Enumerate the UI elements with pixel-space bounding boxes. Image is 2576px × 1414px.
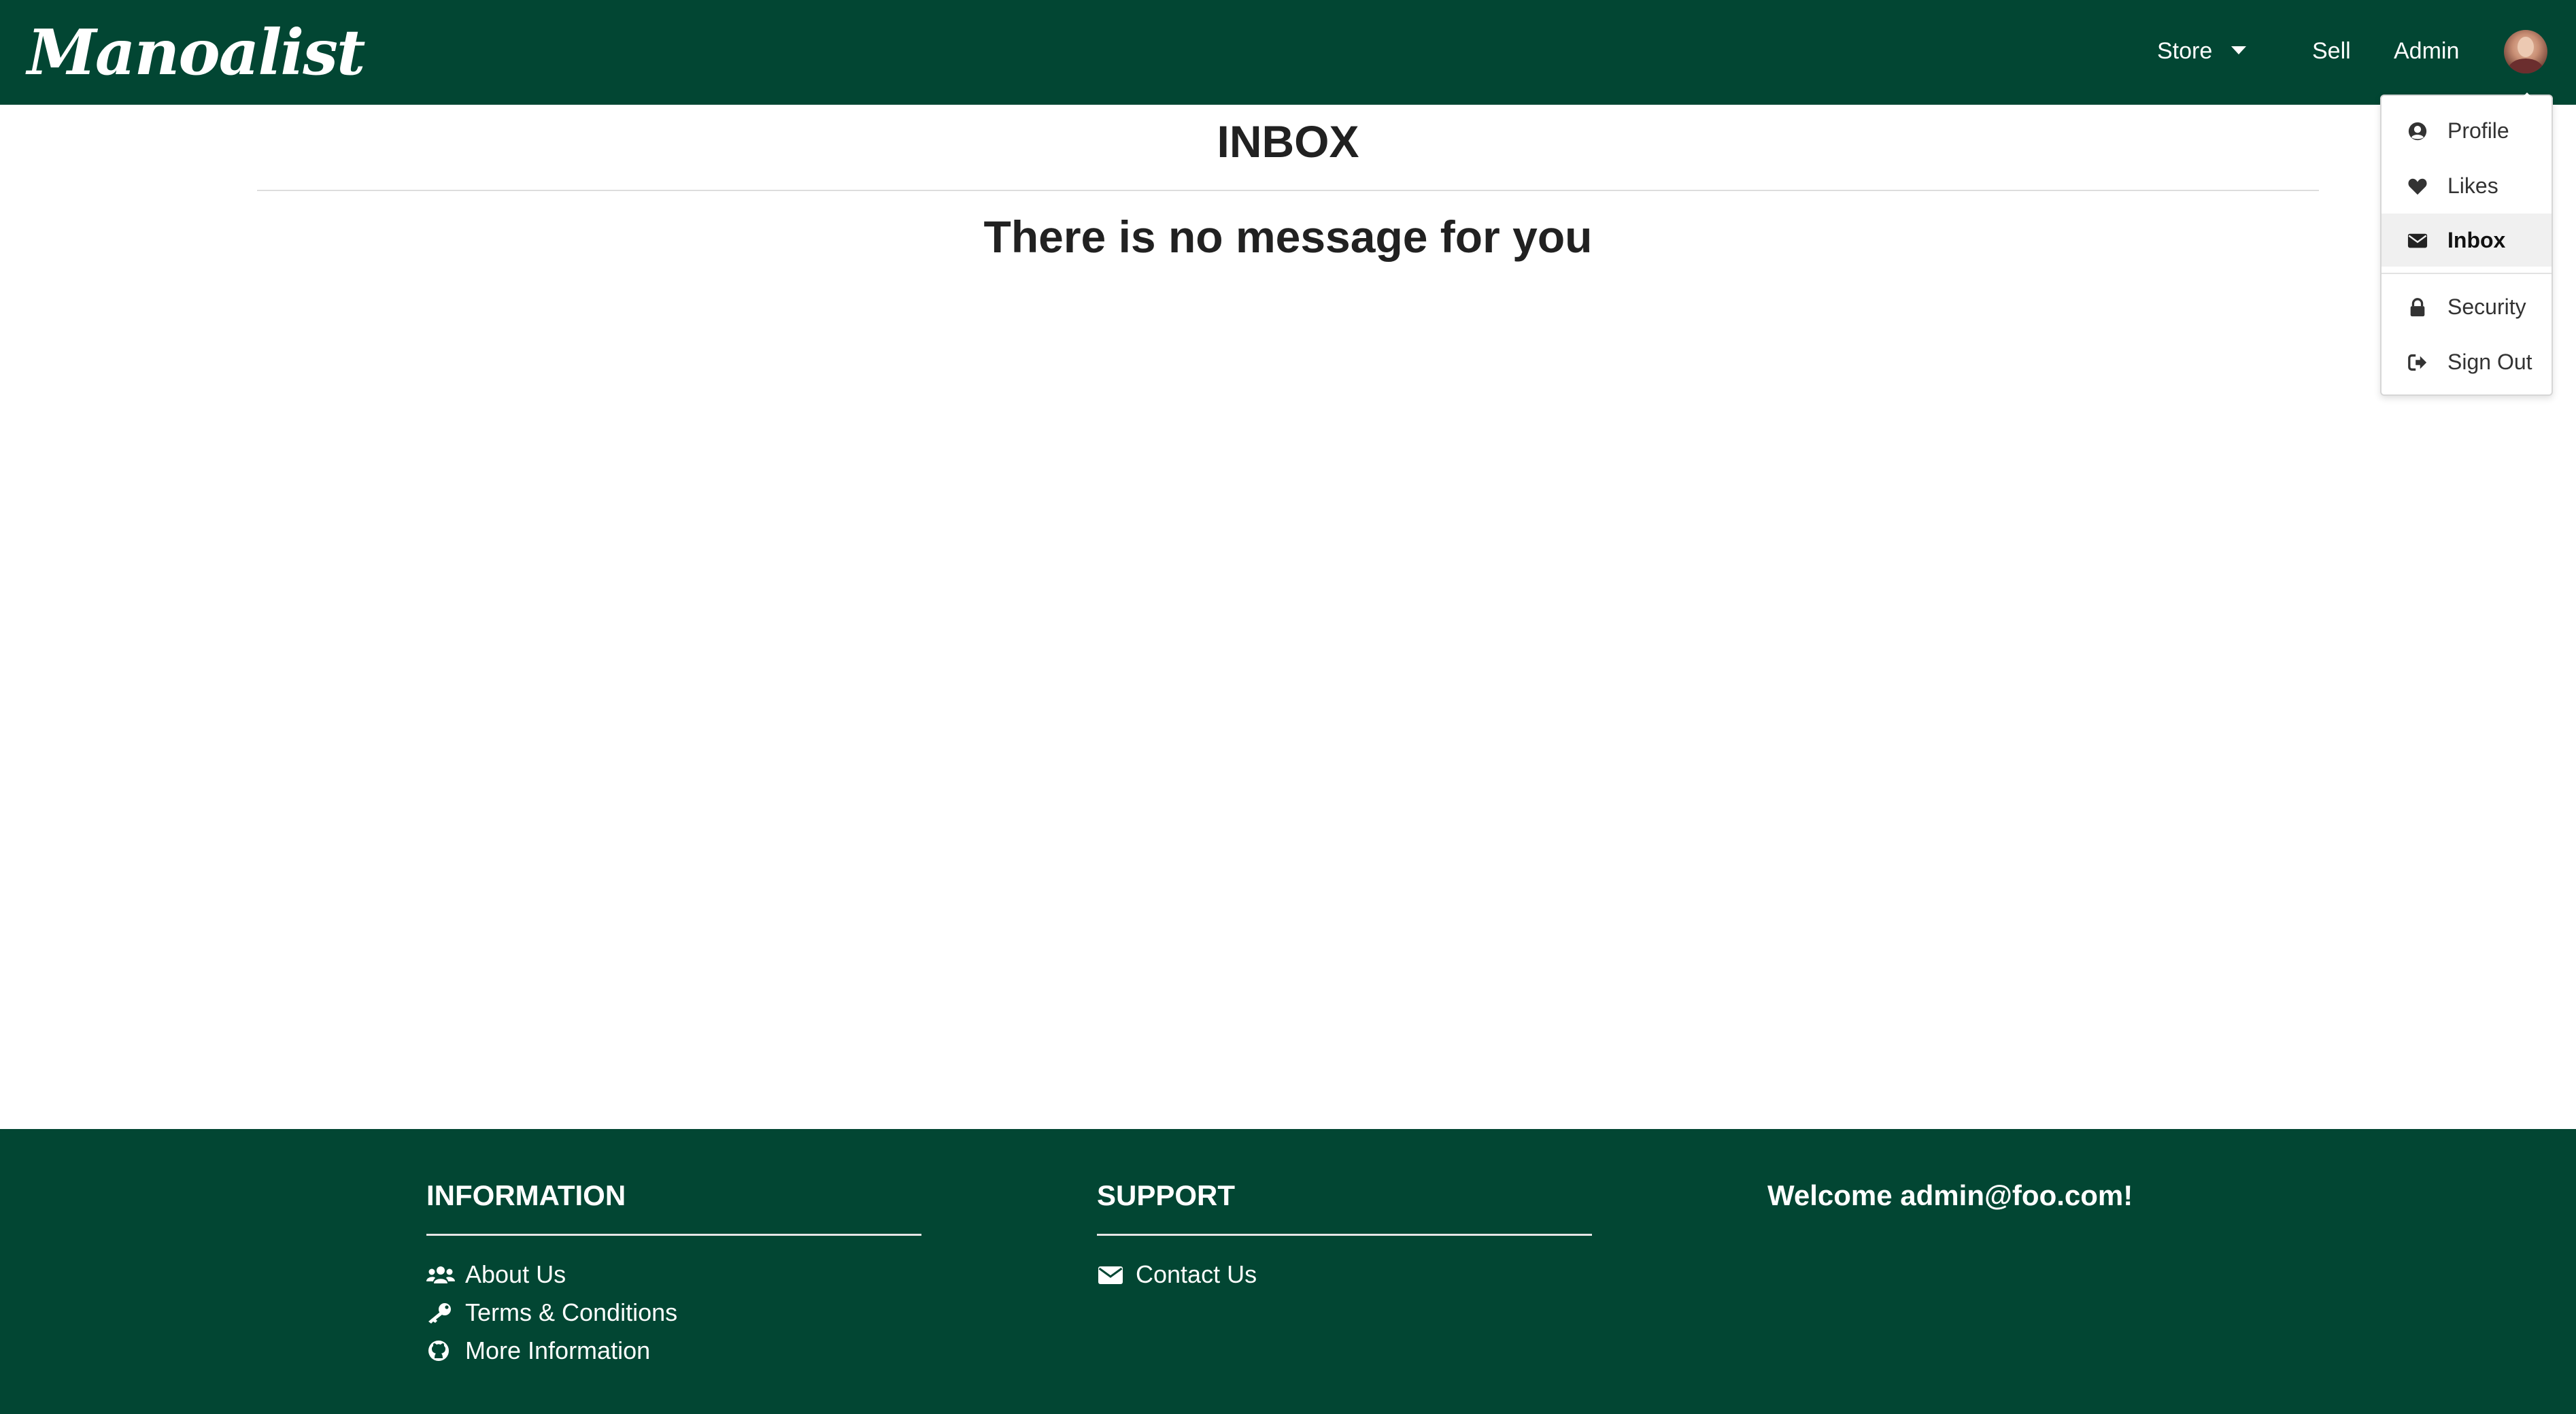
user-circle-icon [2408, 122, 2427, 141]
user-avatar[interactable] [2504, 30, 2547, 73]
top-navbar: Manoalist Store Sell Admin [0, 0, 2576, 105]
dropdown-item-sign-out[interactable]: Sign Out [2382, 335, 2552, 388]
footer-information-heading: INFORMATION [426, 1179, 626, 1211]
footer-welcome-text: Welcome admin@foo.com! [1767, 1179, 2133, 1211]
footer-link-label: Contact Us [1136, 1260, 1257, 1288]
dropdown-item-likes[interactable]: Likes [2382, 159, 2552, 212]
footer-support-heading: SUPPORT [1097, 1179, 1236, 1211]
empty-inbox-message: There is no message for you [983, 212, 1593, 262]
user-dropdown-menu: Profile Likes Inbox Security Sign Out [2380, 95, 2553, 396]
heart-icon [2408, 178, 2427, 195]
avatar-shoulders [2508, 58, 2543, 73]
sign-out-icon [2408, 354, 2427, 371]
nav-admin-link[interactable]: Admin [2394, 0, 2459, 102]
key-icon [428, 1303, 451, 1324]
dropdown-item-label: Sign Out [2447, 350, 2532, 374]
footer-link-label: More Information [465, 1336, 651, 1364]
dropdown-item-label: Inbox [2447, 228, 2506, 252]
page-title: INBOX [1217, 116, 1359, 167]
dropdown-item-label: Security [2447, 294, 2526, 319]
github-icon [428, 1341, 449, 1361]
footer-link-label: About Us [465, 1260, 566, 1288]
nav-store-label: Store [2157, 38, 2213, 64]
dropdown-item-label: Profile [2447, 118, 2509, 143]
avatar-head [2518, 37, 2534, 57]
dropdown-item-security[interactable]: Security [2382, 280, 2552, 333]
lock-icon [2410, 298, 2425, 317]
footer-information-rule [426, 1234, 921, 1236]
dropdown-pointer [2518, 92, 2537, 102]
caret-down-icon [2231, 46, 2247, 55]
site-footer: INFORMATION About Us Terms & Conditions … [0, 1129, 2576, 1414]
dropdown-item-profile[interactable]: Profile [2382, 104, 2552, 157]
title-divider [257, 190, 2319, 191]
nav-sell-link[interactable]: Sell [2312, 0, 2351, 102]
nav-store-dropdown[interactable]: Store [2157, 0, 2247, 102]
dropdown-item-inbox[interactable]: Inbox [2382, 214, 2552, 267]
users-icon [426, 1266, 455, 1283]
footer-support-rule [1097, 1234, 1592, 1236]
dropdown-item-label: Likes [2447, 173, 2498, 198]
envelope-icon [1098, 1266, 1123, 1284]
brand-logo[interactable]: Manoalist [27, 10, 366, 95]
dropdown-divider [2382, 273, 2552, 274]
footer-link-label: Terms & Conditions [465, 1298, 678, 1326]
envelope-icon [2407, 233, 2428, 248]
